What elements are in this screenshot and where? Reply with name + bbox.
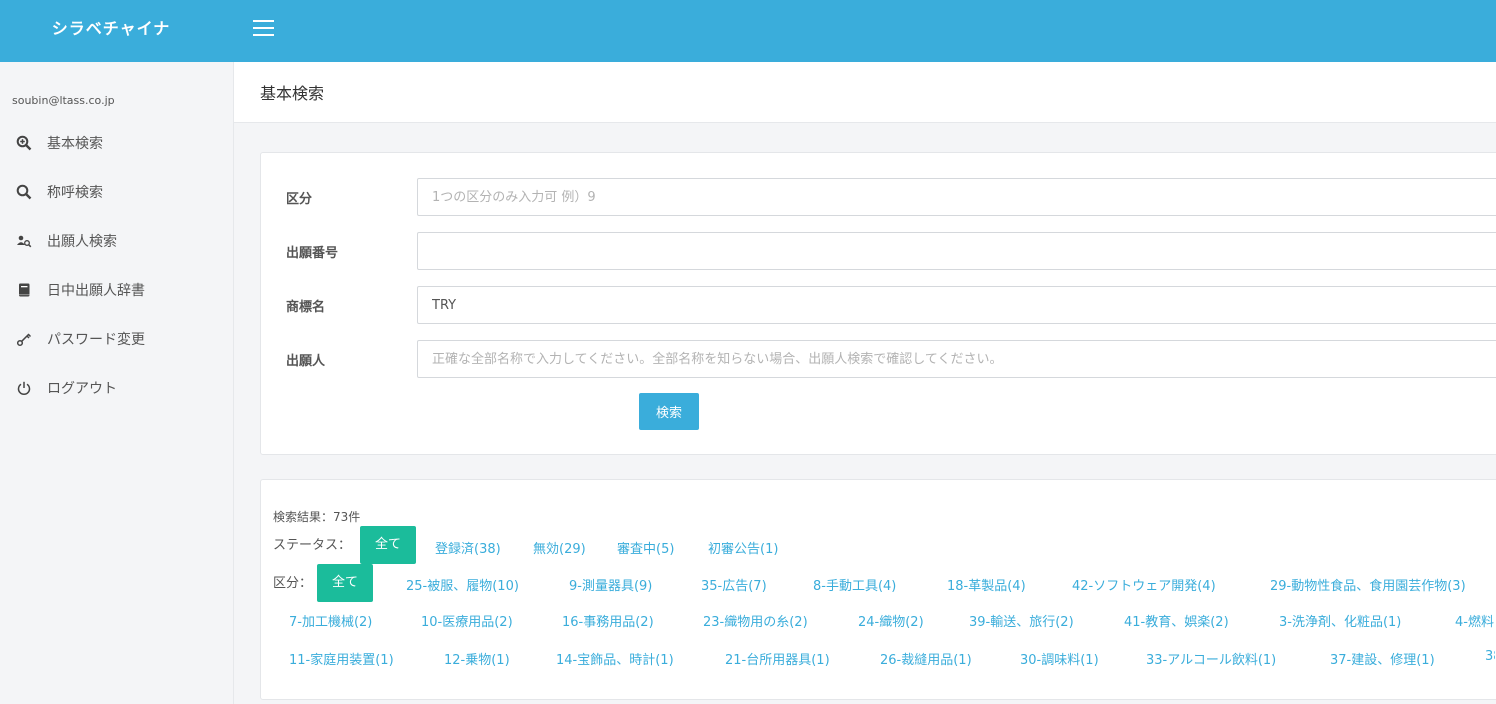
class-filter[interactable]: 42-ソフトウェア開発(4) xyxy=(1072,575,1216,594)
class-filter[interactable]: 39-輸送、旅行(2) xyxy=(969,611,1074,630)
app-no-row: 出願番号 xyxy=(261,232,1496,270)
class-filter[interactable]: 33-アルコール飲料(1) xyxy=(1146,649,1276,668)
class-input[interactable] xyxy=(417,178,1496,216)
sidebar-item-logout[interactable]: ログアウト xyxy=(0,363,233,412)
status-label: ステータス： xyxy=(273,538,352,553)
page-title: 基本検索 xyxy=(260,84,325,103)
result-count: 検索結果：73件 xyxy=(273,510,361,524)
top-bar: シラベチャイナ xyxy=(0,0,1496,62)
menu-toggle-icon[interactable] xyxy=(253,20,274,37)
class-filter[interactable]: 24-織物(2) xyxy=(858,611,924,630)
status-filter[interactable]: 審査中(5) xyxy=(617,538,674,557)
status-filter[interactable]: 無効(29) xyxy=(533,538,586,557)
class-filter[interactable]: 11-家庭用装置(1) xyxy=(289,649,394,668)
page-header: 基本検索 xyxy=(234,62,1496,123)
class-filter[interactable]: 26-裁縫用品(1) xyxy=(880,649,972,668)
applicant-input[interactable] xyxy=(417,340,1496,378)
class-filter[interactable]: 4-燃料 xyxy=(1455,611,1494,630)
class-filter[interactable]: 29-動物性食品、食用園芸作物(3) xyxy=(1270,575,1466,594)
class-filter[interactable]: 30-調味料(1) xyxy=(1020,649,1099,668)
class-filter-row: 区分： 全て 25-被服、履物(10) 9-測量器具(9) 35-広告(7) 8… xyxy=(273,564,1496,602)
class-filter[interactable]: 38 xyxy=(1485,649,1495,664)
class-all-button[interactable]: 全て xyxy=(317,564,374,602)
key-icon xyxy=(15,330,32,347)
status-filter[interactable]: 登録済(38) xyxy=(435,538,501,557)
class-label: 区分 xyxy=(286,192,313,207)
sidebar-item-label: 基本検索 xyxy=(47,135,103,152)
app-no-label: 出願番号 xyxy=(286,246,339,261)
class-filter[interactable]: 9-測量器具(9) xyxy=(569,575,652,594)
class-filter[interactable]: 3-洗浄剤、化粧品(1) xyxy=(1279,611,1401,630)
class-filter[interactable]: 7-加工機械(2) xyxy=(289,611,372,630)
class-row: 区分 xyxy=(261,178,1496,216)
zoom-in-icon xyxy=(15,134,32,151)
class-filter[interactable]: 14-宝飾品、時計(1) xyxy=(556,649,674,668)
sidebar-item-applicant-search[interactable]: 出願人検索 xyxy=(0,216,233,265)
class-filter[interactable]: 10-医療用品(2) xyxy=(421,611,513,630)
trademark-row: 商標名 xyxy=(261,286,1496,324)
sidebar-item-name-search[interactable]: 称呼検索 xyxy=(0,167,233,216)
sidebar: soubin@ltass.co.jp 基本検索 称呼検索 出願人検索 日中出願人… xyxy=(0,62,234,704)
search-icon xyxy=(15,183,32,200)
class-filter[interactable]: 16-事務用品(2) xyxy=(562,611,654,630)
status-filter[interactable]: 初審公告(1) xyxy=(708,538,778,557)
results-panel: 検索結果：73件 ステータス： 全て 登録済(38) 無効(29) 審査中(5)… xyxy=(260,479,1496,700)
trademark-input[interactable] xyxy=(417,286,1496,324)
class-filter[interactable]: 25-被服、履物(10) xyxy=(406,575,519,594)
sidebar-menu: 基本検索 称呼検索 出願人検索 日中出願人辞書 パスワード変更 ログアウト xyxy=(0,118,233,412)
class-filter[interactable]: 23-織物用の糸(2) xyxy=(703,611,808,630)
search-button[interactable]: 検索 xyxy=(639,393,699,430)
sidebar-item-label: ログアウト xyxy=(47,380,117,397)
app-no-input[interactable] xyxy=(417,232,1496,270)
sidebar-item-change-password[interactable]: パスワード変更 xyxy=(0,314,233,363)
sidebar-item-basic-search[interactable]: 基本検索 xyxy=(0,118,233,167)
class-filter[interactable]: 21-台所用器具(1) xyxy=(725,649,830,668)
sidebar-item-label: パスワード変更 xyxy=(47,331,145,348)
status-all-button[interactable]: 全て xyxy=(360,526,417,564)
sidebar-item-label: 出願人検索 xyxy=(47,233,117,250)
class-filter[interactable]: 8-手動工具(4) xyxy=(813,575,896,594)
class-filter[interactable]: 12-乗物(1) xyxy=(444,649,510,668)
class-filter[interactable]: 37-建設、修理(1) xyxy=(1330,649,1435,668)
app-title[interactable]: シラベチャイナ xyxy=(0,0,222,62)
applicant-label: 出願人 xyxy=(286,354,326,369)
class-filter-label: 区分： xyxy=(273,576,313,591)
applicant-row: 出願人 xyxy=(261,340,1496,378)
search-form-panel: 区分 出願番号 商標名 出願人 検索 xyxy=(260,152,1496,455)
sidebar-item-dictionary[interactable]: 日中出願人辞書 xyxy=(0,265,233,314)
class-filter-row: 7-加工機械(2) 10-医療用品(2) 16-事務用品(2) 23-織物用の糸… xyxy=(273,602,1495,640)
class-filter[interactable]: 41-教育、娯楽(2) xyxy=(1124,611,1229,630)
sidebar-item-label: 日中出願人辞書 xyxy=(47,282,145,299)
user-email: soubin@ltass.co.jp xyxy=(12,94,115,107)
status-filter-row: ステータス： 全て 登録済(38) 無効(29) 審査中(5) 初審公告(1) xyxy=(273,526,1496,564)
class-filter[interactable]: 18-革製品(4) xyxy=(947,575,1026,594)
sidebar-item-label: 称呼検索 xyxy=(47,184,103,201)
class-filter[interactable]: 35-広告(7) xyxy=(701,575,767,594)
class-filter-row: 11-家庭用装置(1) 12-乗物(1) 14-宝飾品、時計(1) 21-台所用… xyxy=(273,640,1495,678)
power-icon xyxy=(15,379,32,396)
book-icon xyxy=(15,281,32,298)
trademark-label: 商標名 xyxy=(286,300,326,315)
user-search-icon xyxy=(15,232,32,249)
